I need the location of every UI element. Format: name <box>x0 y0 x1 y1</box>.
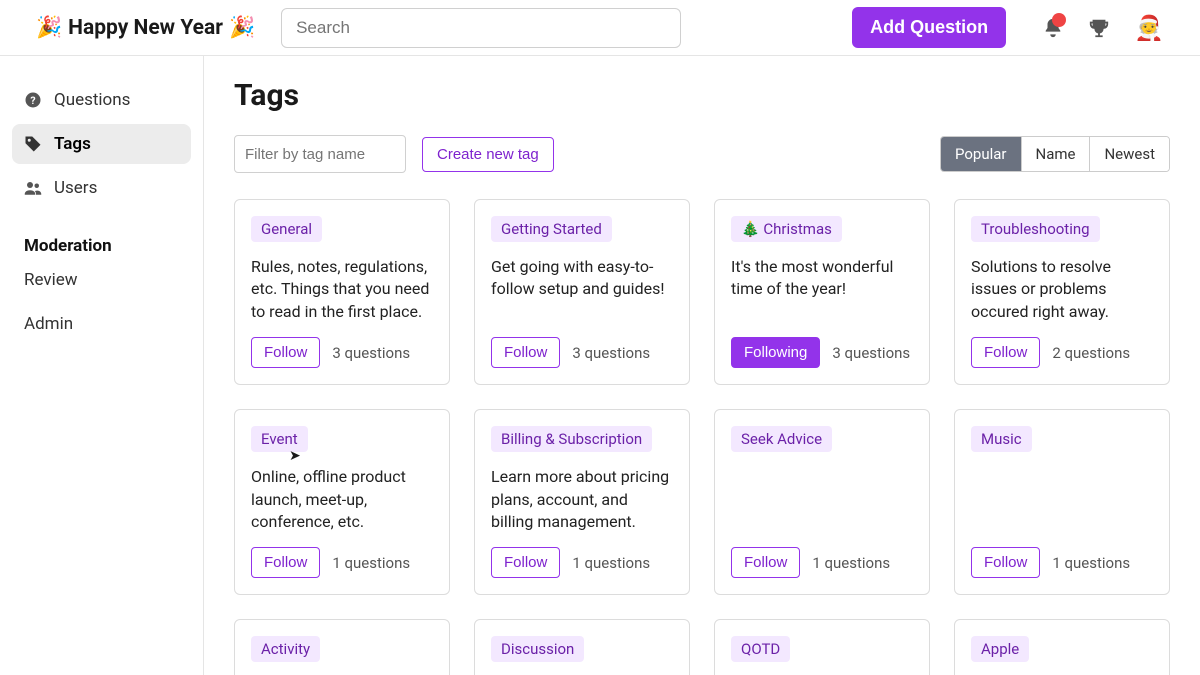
tag-card: General Rules, notes, regulations, etc. T… <box>234 199 450 385</box>
follow-button[interactable]: Follow <box>251 547 320 578</box>
sidebar-item-users[interactable]: Users <box>12 168 191 208</box>
question-count: 1 questions <box>1052 554 1130 572</box>
tag-chip[interactable]: QOTD <box>731 636 790 662</box>
follow-button[interactable]: Follow <box>491 337 560 368</box>
tag-card: Getting Started Get going with easy-to-fo… <box>474 199 690 385</box>
question-count: 2 questions <box>1052 344 1130 362</box>
tag-chip[interactable]: 🎄 Christmas <box>731 216 842 242</box>
tag-card: Event Online, offline product launch, mee… <box>234 409 450 595</box>
follow-button[interactable]: Follow <box>971 547 1040 578</box>
tag-icon <box>24 135 42 153</box>
tag-chip[interactable]: General <box>251 216 322 242</box>
tag-chip[interactable]: Discussion <box>491 636 584 662</box>
sort-newest[interactable]: Newest <box>1090 137 1169 171</box>
confetti-icon: 🎉 <box>36 16 62 40</box>
tag-chip[interactable]: Music <box>971 426 1032 452</box>
page-title: Tags <box>234 78 1170 113</box>
trophy-icon[interactable] <box>1088 17 1110 39</box>
follow-button[interactable]: Follow <box>251 337 320 368</box>
sort-segment: Popular Name Newest <box>940 136 1170 172</box>
filter-tag-input[interactable] <box>234 135 406 173</box>
question-count: 3 questions <box>572 344 650 362</box>
moderation-header: Moderation <box>12 226 191 260</box>
sidebar-item-label: Review <box>24 270 78 290</box>
follow-button[interactable]: Follow <box>731 547 800 578</box>
sidebar-item-review[interactable]: Review <box>12 260 191 300</box>
following-button[interactable]: Following <box>731 337 820 368</box>
question-count: 3 questions <box>332 344 410 362</box>
question-count: 3 questions <box>832 344 910 362</box>
question-count: 1 questions <box>812 554 890 572</box>
question-count: 1 questions <box>332 554 410 572</box>
follow-button[interactable]: Follow <box>491 547 560 578</box>
sort-popular[interactable]: Popular <box>941 137 1022 171</box>
notifications-icon[interactable] <box>1042 17 1064 39</box>
tag-description: Learn more about pricing plans, account,… <box>491 466 673 533</box>
sort-name[interactable]: Name <box>1022 137 1091 171</box>
tag-chip[interactable]: Billing & Subscription <box>491 426 652 452</box>
confetti-icon: 🎉 <box>229 16 255 40</box>
avatar[interactable]: 🧑‍🎄 <box>1134 14 1164 42</box>
tag-card: 🎄 Christmas It's the most wonderful time … <box>714 199 930 385</box>
users-icon <box>24 179 42 197</box>
tag-card: Troubleshooting Solutions to resolve issu… <box>954 199 1170 385</box>
svg-text:?: ? <box>30 94 35 107</box>
tag-chip[interactable]: Getting Started <box>491 216 612 242</box>
tag-card: Billing & Subscription Learn more about p… <box>474 409 690 595</box>
tag-chip[interactable]: Troubleshooting <box>971 216 1100 242</box>
sidebar-item-questions[interactable]: ? Questions <box>12 80 191 120</box>
tag-description <box>731 466 913 533</box>
tag-description: Online, offline product launch, meet-up,… <box>251 466 433 533</box>
tag-chip[interactable]: Event <box>251 426 308 452</box>
logo[interactable]: 🎉 Happy New Year 🎉 <box>36 16 255 40</box>
sidebar-item-label: Users <box>54 178 97 198</box>
tag-card: QOTDQuestion of the day <box>714 619 930 675</box>
question-icon: ? <box>24 91 42 109</box>
search-input[interactable] <box>281 8 681 48</box>
tag-chip[interactable]: Activity <box>251 636 320 662</box>
sidebar-item-label: Admin <box>24 314 73 334</box>
notification-dot <box>1052 13 1066 27</box>
sidebar-item-admin[interactable]: Admin <box>12 304 191 344</box>
tag-description: Rules, notes, regulations, etc. Things t… <box>251 256 433 323</box>
tag-chip[interactable]: Seek Advice <box>731 426 832 452</box>
tag-description <box>971 466 1153 533</box>
follow-button[interactable]: Follow <box>971 337 1040 368</box>
question-count: 1 questions <box>572 554 650 572</box>
logo-text: Happy New Year <box>68 16 223 40</box>
sidebar-item-label: Tags <box>54 134 91 154</box>
tag-chip[interactable]: Apple <box>971 636 1029 662</box>
tag-card: AppleEverything about Apple <box>954 619 1170 675</box>
tag-description: It's the most wonderful time of the year… <box>731 256 913 323</box>
tag-description: Get going with easy-to-follow setup and … <box>491 256 673 323</box>
add-question-button[interactable]: Add Question <box>852 7 1006 48</box>
tag-description: Solutions to resolve issues or problems … <box>971 256 1153 323</box>
tag-card: Activity <box>234 619 450 675</box>
tag-card: Seek Advice Follow 1 questions <box>714 409 930 595</box>
tag-card: Discussion <box>474 619 690 675</box>
sidebar-item-tags[interactable]: Tags <box>12 124 191 164</box>
create-tag-button[interactable]: Create new tag <box>422 137 554 172</box>
tag-card: Music Follow 1 questions <box>954 409 1170 595</box>
sidebar-item-label: Questions <box>54 90 130 110</box>
